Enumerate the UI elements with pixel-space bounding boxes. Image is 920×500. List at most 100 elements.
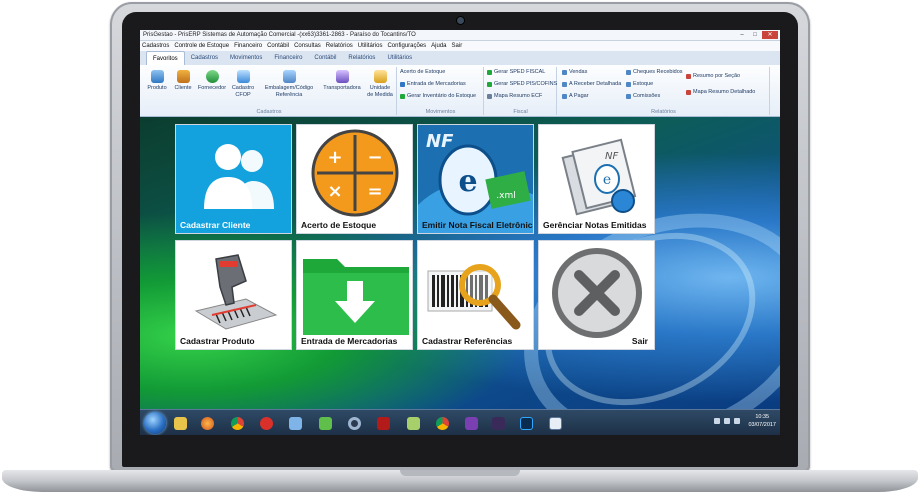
tab-movimentos[interactable]: Movimentos (224, 51, 268, 65)
ribbon-unidade-button[interactable]: Unidade de Medida (366, 70, 394, 98)
minimize-button[interactable]: – (736, 31, 748, 39)
tile-label: Cadastrar Cliente (180, 220, 251, 230)
taskbar-app-purple[interactable] (461, 413, 481, 433)
tray-arrow-icon[interactable] (714, 418, 720, 424)
system-tray (714, 418, 740, 424)
report-icon (626, 69, 631, 75)
tab-financeiro[interactable]: Financeiro (268, 51, 308, 65)
ribbon-entrada-label: Entrada de Mercadorias (407, 81, 466, 87)
taskbar-editor[interactable] (403, 413, 423, 433)
taskbar-notepad[interactable] (285, 413, 305, 433)
taskbar-firefox[interactable] (197, 413, 217, 433)
taskbar-media[interactable] (344, 413, 364, 433)
tile-sair[interactable]: Sair (538, 240, 655, 350)
tab-favoritos[interactable]: Favoritos (146, 51, 185, 65)
ribbon-gerar-inventario[interactable]: Gerar Inventário do Estoque (400, 93, 476, 99)
tile-gerenciar-notas[interactable]: NF e Gerênciar Notas Emitidas (538, 124, 655, 234)
menu-utilitarios[interactable]: Utilitários (358, 41, 383, 51)
menu-contabil[interactable]: Contábil (267, 41, 289, 51)
tile-cadastrar-produto[interactable]: Cadastrar Produto (175, 240, 292, 350)
tile-cadastrar-cliente[interactable]: Cadastrar Cliente (175, 124, 292, 234)
camera-icon (457, 17, 464, 24)
ribbon-a-receber[interactable]: A Receber Detalhada (562, 81, 621, 87)
taskbar-chrome-2[interactable] (432, 413, 452, 433)
ribbon-transportadora-label: Transportadora (323, 85, 361, 91)
cfop-icon (236, 70, 250, 83)
menu-financeiro[interactable]: Financeiro (234, 41, 262, 51)
tile-label: Cadastrar Referências (422, 336, 513, 346)
close-button[interactable]: ✕ (762, 31, 778, 39)
tray-volume-icon[interactable] (734, 418, 740, 424)
menu-consultas[interactable]: Consultas (294, 41, 321, 51)
screen: PrisGestao - PrisERP Sistemas de Automaç… (140, 30, 780, 435)
taskbar-network[interactable] (315, 413, 335, 433)
ribbon-estoque-label: Estoque (633, 81, 654, 87)
ribbon-a-pagar[interactable]: A Pagar (562, 93, 589, 99)
tab-contabil[interactable]: Contábil (308, 51, 342, 65)
ribbon-entrada-mercadorias[interactable]: Entrada de Mercadorias (400, 81, 466, 87)
taskbar-app-dark[interactable] (488, 413, 508, 433)
svg-text:e: e (458, 164, 477, 199)
menu-ajuda[interactable]: Ajuda (431, 41, 446, 51)
ribbon-produto-label: Produto (147, 85, 167, 91)
ribbon-resumo-secao[interactable]: Resumo por Seção (686, 73, 740, 79)
ribbon-inventario-label: Gerar Inventário do Estoque (407, 93, 477, 99)
tab-cadastros[interactable]: Cadastros (185, 51, 224, 65)
ribbon-embalagem-button[interactable]: Embalagem/Código Referência (260, 70, 318, 98)
menu-relatorios[interactable]: Relatórios (326, 41, 353, 51)
ribbon-acerto-estoque[interactable]: Acerto de Estoque (400, 69, 445, 75)
tile-acerto-estoque[interactable]: + − × = Acerto de Estoque (296, 124, 413, 234)
taskbar-explorer[interactable] (170, 413, 190, 433)
ribbon-fornecedor-label: Fornecedor (197, 85, 227, 91)
ribbon-cliente-button[interactable]: Cliente (172, 70, 194, 92)
group-cadastros: Produto Cliente Fornecedor Cadastro CFOP… (142, 67, 397, 115)
monitor-icon (548, 416, 562, 430)
ribbon-transportadora-button[interactable]: Transportadora (320, 70, 364, 92)
group-relatorios-label: Relatórios (651, 109, 676, 115)
tab-relatorios[interactable]: Relatórios (342, 51, 381, 65)
taskbar-photoshop[interactable] (516, 413, 536, 433)
app-dark-icon (491, 416, 505, 430)
ribbon-vendas[interactable]: Vendas (562, 69, 587, 75)
menu-sair[interactable]: Sair (452, 41, 463, 51)
barcode-scanner-icon (194, 254, 278, 330)
tile-label: Entrada de Mercadorias (301, 336, 398, 346)
menu-configuracoes[interactable]: Configurações (387, 41, 426, 51)
ribbon-mapa-resumo-ecf[interactable]: Mapa Resumo ECF (487, 93, 542, 99)
ribbon-comissoes[interactable]: Comissões (626, 93, 660, 99)
desktop-area: Cadastrar Cliente + − × = Acerto de Esto… (140, 117, 780, 435)
menu-controle-estoque[interactable]: Controle de Estoque (174, 41, 229, 51)
menu-cadastros[interactable]: Cadastros (142, 41, 169, 51)
ribbon-estoque[interactable]: Estoque (626, 81, 653, 87)
clock-time: 10:35 (755, 414, 770, 420)
start-button[interactable] (144, 412, 166, 434)
ribbon-cfop-button[interactable]: Cadastro CFOP (230, 70, 256, 98)
maximize-button[interactable]: □ (749, 31, 761, 39)
tile-emitir-nfe[interactable]: e NF .xml Emitir Nota Fiscal Eletrônica (417, 124, 534, 234)
ribbon-sped-fiscal[interactable]: Gerar SPED FISCAL (487, 69, 545, 75)
svg-text:+: + (327, 147, 342, 168)
tile-entrada-mercadorias[interactable]: Entrada de Mercadorias (296, 240, 413, 350)
svg-text:.xml: .xml (496, 191, 515, 201)
group-fiscal-label: Fiscal (513, 109, 528, 115)
taskbar-acrobat[interactable] (373, 413, 393, 433)
tray-network-icon[interactable] (724, 418, 730, 424)
ribbon-produto-button[interactable]: Produto (144, 70, 170, 92)
ribbon-sped-pis[interactable]: Gerar SPED PIS/COFINS (487, 81, 557, 87)
ribbon-cheques[interactable]: Cheques Recebidos (626, 69, 683, 75)
users-icon (204, 144, 274, 209)
ribbon-fornecedor-button[interactable]: Fornecedor (196, 70, 228, 92)
taskbar-remote-desktop[interactable] (545, 413, 565, 433)
clock[interactable]: 10:35 03/07/2017 (748, 413, 776, 433)
supplier-icon (205, 70, 219, 83)
client-icon (176, 70, 190, 83)
taskbar-app-red[interactable] (256, 413, 276, 433)
clock-date: 03/07/2017 (748, 422, 776, 428)
folder-download-icon (303, 259, 409, 335)
ribbon-mapa-resumo-detalhado[interactable]: Mapa Resumo Detalhado (686, 89, 755, 95)
taskbar-chrome[interactable] (227, 413, 247, 433)
tile-cadastrar-referencias[interactable]: Cadastrar Referências (417, 240, 534, 350)
svg-text:e: e (603, 172, 611, 188)
tab-utilitarios[interactable]: Utilitários (381, 51, 418, 65)
nfe-documents-icon: NF e (561, 138, 637, 216)
